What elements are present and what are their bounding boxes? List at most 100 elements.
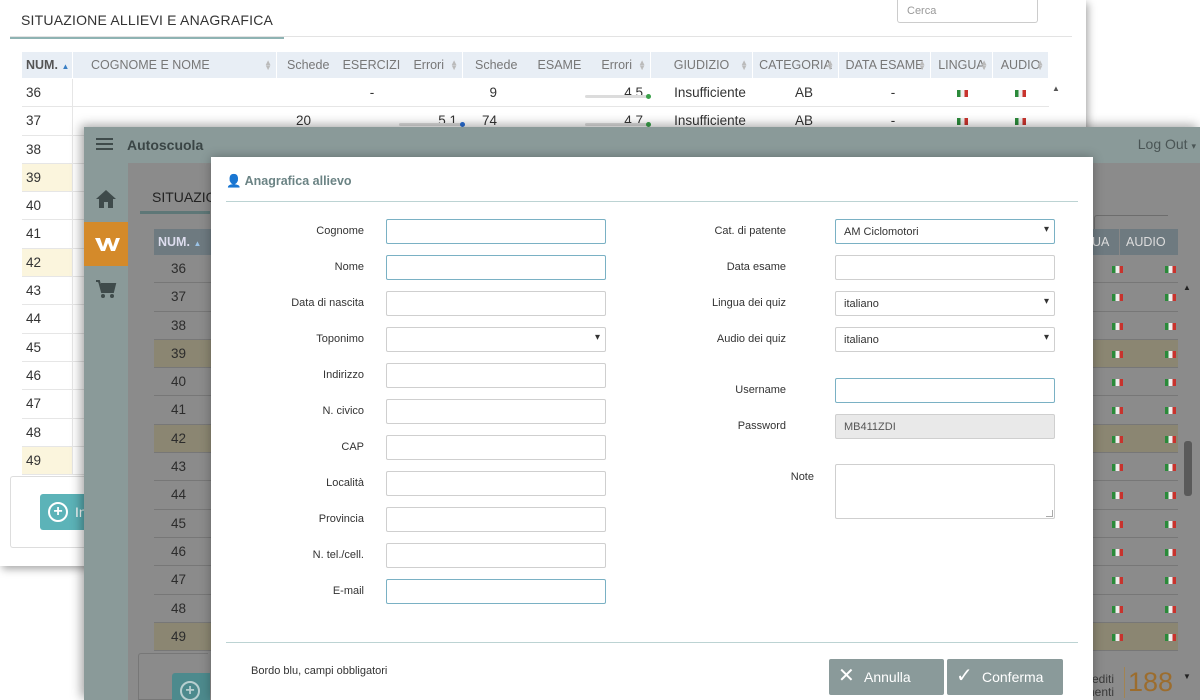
row-number: 46	[22, 361, 73, 390]
italian-flag-icon	[1165, 492, 1176, 500]
nome-input[interactable]	[386, 255, 606, 280]
confirm-button[interactable]: ✓ Conferma	[947, 659, 1063, 695]
nav-item-shop[interactable]	[84, 267, 128, 311]
giudizio-value: Insufficiente	[674, 85, 746, 100]
toponimo-select[interactable]	[386, 327, 606, 352]
app-name: Autoscuola	[127, 137, 204, 153]
italian-flag-icon	[1112, 520, 1123, 528]
column-header-audio[interactable]: AUDIO	[1120, 229, 1178, 255]
plus-circle-icon: +	[180, 681, 200, 700]
table-header: NUM. ▲ COGNOME E NOME ▲ ▼ Schede ESERCIZI Er…	[22, 52, 1049, 78]
row-number: 48	[171, 600, 187, 616]
data-di-nascita-input[interactable]	[386, 291, 606, 316]
note-label: Note	[790, 471, 814, 483]
column-header-giudizio[interactable]: GIUDIZIO ▲ ▼	[651, 52, 753, 78]
field-label: Cognome	[316, 225, 364, 237]
row-number: 43	[22, 277, 73, 305]
row-number: 38	[22, 135, 73, 163]
username-input[interactable]	[835, 378, 1055, 403]
cancel-button[interactable]: ✕ Annulla	[829, 659, 944, 695]
località-input[interactable]	[386, 471, 606, 496]
esame-schede: 9	[489, 85, 497, 100]
italian-flag-icon	[1165, 266, 1176, 273]
row-number: 36	[171, 261, 187, 276]
cap-input[interactable]	[386, 435, 606, 460]
italian-flag-icon	[1165, 407, 1176, 415]
sort-icon: ▲ ▼	[980, 58, 988, 72]
n-tel-cell-input[interactable]	[386, 543, 606, 568]
column-header-categoria[interactable]: CATEGORIA ▲ ▼	[753, 52, 839, 78]
nav-item-students[interactable]	[84, 222, 128, 266]
italian-flag-icon	[1165, 379, 1176, 387]
scrollbar[interactable]: ▲ ▼	[1181, 283, 1195, 681]
column-header-esame[interactable]: Schede ESAME Errori ▲ ▼	[463, 52, 651, 78]
column-header-name[interactable]: COGNOME E NOME ▲ ▼	[73, 52, 277, 78]
e-mail-input[interactable]	[386, 579, 606, 604]
add-student-button[interactable]: + In	[40, 494, 87, 530]
column-header-num[interactable]: NUM. ▲	[154, 229, 206, 255]
italian-flag-icon	[1112, 379, 1123, 387]
resize-grip-icon[interactable]	[1046, 510, 1053, 517]
field-label: Indirizzo	[323, 369, 364, 381]
column-header-num[interactable]: NUM. ▲	[22, 52, 73, 78]
add-student-button[interactable]: +	[172, 673, 210, 700]
logo-w-icon	[95, 238, 120, 251]
data-esame-label: Data esame	[726, 261, 786, 273]
username-label: Username	[735, 384, 786, 396]
data-esame-input[interactable]	[835, 255, 1055, 280]
esercizi-empty: -	[369, 85, 375, 100]
column-header-data-esame[interactable]: DATA ESAME ▲ ▼	[839, 52, 931, 78]
cat-patente-select[interactable]: AM Ciclomotori	[835, 219, 1055, 244]
categoria-value: AB	[794, 85, 813, 100]
lingua-quiz-select[interactable]: italiano	[835, 291, 1055, 316]
column-header-esercizi[interactable]: Schede ESERCIZI Errori ▲ ▼	[277, 52, 463, 78]
check-icon: ✓	[956, 665, 973, 687]
sort-icon: ▲ ▼	[826, 58, 834, 72]
row-number: 40	[22, 192, 73, 220]
indirizzo-input[interactable]	[386, 363, 606, 388]
italian-flag-icon	[1165, 577, 1176, 585]
italian-flag-icon	[1112, 548, 1123, 556]
italian-flag-icon	[1165, 435, 1176, 443]
note-textarea[interactable]	[835, 464, 1055, 519]
italian-flag-icon	[1165, 520, 1176, 528]
menu-icon[interactable]	[96, 138, 113, 151]
italian-flag-icon	[1165, 605, 1176, 613]
scroll-up-arrow-icon[interactable]: ▲	[1183, 283, 1191, 292]
row-number: 49	[22, 446, 73, 475]
italian-flag-icon	[1112, 266, 1123, 273]
italian-flag-icon	[1112, 633, 1123, 641]
field-label: N. civico	[322, 405, 364, 417]
row-number: 42	[171, 430, 187, 446]
sort-icon: ▲ ▼	[450, 58, 458, 72]
field-label: Toponimo	[316, 333, 364, 345]
side-nav	[84, 163, 128, 700]
scroll-up-arrow-icon[interactable]: ▲	[1049, 79, 1063, 99]
nav-item-home[interactable]	[84, 177, 128, 221]
column-header-lingua[interactable]: LINGUA ▲ ▼	[931, 52, 993, 78]
row-number: 37	[22, 107, 73, 135]
row-number: 46	[171, 543, 187, 559]
provincia-input[interactable]	[386, 507, 606, 532]
italian-flag-icon	[1015, 90, 1026, 97]
cat-patente-label: Cat. di patente	[714, 225, 786, 237]
row-number: 38	[171, 317, 187, 333]
italian-flag-icon	[1015, 118, 1026, 126]
row-number: 47	[22, 390, 73, 418]
audio-quiz-select[interactable]: italiano	[835, 327, 1055, 352]
column-header-audio[interactable]: AUDIO ▲ ▼	[993, 52, 1049, 78]
row-number: 41	[22, 220, 73, 248]
credits-value: 188	[1124, 667, 1173, 698]
italian-flag-icon	[1165, 548, 1176, 556]
sort-asc-icon: ▲	[61, 62, 70, 71]
table-row[interactable]: 36-9 4.5 Insufficiente AB -	[22, 79, 1049, 108]
cognome-input[interactable]	[386, 219, 606, 244]
search-input[interactable]: Cerca	[897, 0, 1038, 23]
n-civico-input[interactable]	[386, 399, 606, 424]
field-label: Località	[326, 477, 364, 489]
italian-flag-icon	[1112, 605, 1123, 613]
scroll-thumb[interactable]	[1184, 441, 1192, 496]
italian-flag-icon	[1112, 294, 1123, 302]
audio-quiz-label: Audio dei quiz	[716, 333, 786, 345]
logout-button[interactable]: Log Out ▾	[1138, 136, 1196, 152]
